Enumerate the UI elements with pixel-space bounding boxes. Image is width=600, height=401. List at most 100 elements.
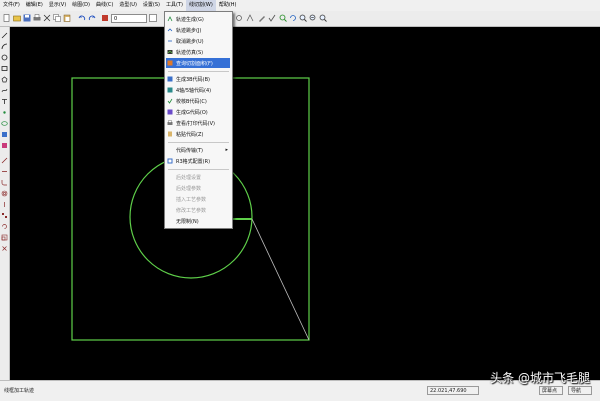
menu-item-code-transfer[interactable]: 代码传输(T) ▸ xyxy=(166,145,230,155)
color-select-icon[interactable] xyxy=(149,14,157,22)
tangent-line[interactable] xyxy=(251,218,310,341)
menu-item-label: 轨迹生成(G) xyxy=(176,16,204,23)
menu-item-icon-placeholder xyxy=(167,207,173,213)
menu-item-generate-g[interactable]: 生成G代码(O) xyxy=(166,107,230,117)
trim-tool-icon[interactable] xyxy=(1,157,8,164)
generate-3b-icon xyxy=(167,76,173,82)
menu-item-r3-config[interactable]: R3格式配置(R) xyxy=(166,156,230,166)
hatch-tool-icon[interactable] xyxy=(1,142,8,149)
rectangle-tool-icon[interactable] xyxy=(1,65,8,72)
menu-item-icon-placeholder xyxy=(167,174,173,180)
new-file-icon[interactable] xyxy=(3,14,11,22)
generate-g-icon xyxy=(167,109,173,115)
extend-tool-icon[interactable] xyxy=(1,168,8,175)
menu-item-code-4axis[interactable]: 4轴/5轴代码(4) xyxy=(166,85,230,95)
menu-shape[interactable]: 造型(U) xyxy=(116,0,140,11)
menu-file[interactable]: 文件(F) xyxy=(0,0,23,11)
menu-item-check-b-code[interactable]: 校核B代码(C) xyxy=(166,96,230,106)
status-message: 线框加工轨迹 xyxy=(4,388,35,394)
paste-icon[interactable] xyxy=(63,14,71,22)
circle-tool-icon[interactable] xyxy=(1,54,8,61)
menu-item-query-area[interactable]: 查询切割面积(F) xyxy=(166,58,230,68)
redo-icon[interactable] xyxy=(88,14,96,22)
menu-item-label: 粘贴代码(Z) xyxy=(176,131,204,138)
spline-tool-icon[interactable] xyxy=(1,87,8,94)
zoom-in-icon[interactable] xyxy=(299,14,307,22)
layer-select[interactable]: 0 xyxy=(111,14,147,23)
menu-curve[interactable]: 曲线(C) xyxy=(93,0,116,11)
zoom-window-icon[interactable] xyxy=(279,14,287,22)
code-4axis-icon xyxy=(167,87,173,93)
menu-edit[interactable]: 编辑(E) xyxy=(23,0,46,11)
menu-item-postprocess-params: 后处理参数 xyxy=(166,183,230,193)
menu-wirecut[interactable]: 线切割(W) xyxy=(185,0,216,11)
redraw-icon[interactable] xyxy=(235,14,243,22)
menu-item-icon-placeholder xyxy=(167,218,173,224)
drawing-canvas[interactable] xyxy=(10,27,600,380)
array-tool-icon[interactable] xyxy=(1,212,8,219)
menu-item-modify-process-params: 修改工艺参数 xyxy=(166,205,230,215)
menu-item-trajectory-simulate[interactable]: 轨迹仿真(S) xyxy=(166,47,230,57)
zoom-out-icon[interactable] xyxy=(309,14,317,22)
copy-icon[interactable] xyxy=(53,14,61,22)
check-b-code-icon xyxy=(167,98,173,104)
trajectory-simulate-icon xyxy=(167,50,173,54)
menu-item-icon-placeholder xyxy=(167,196,173,202)
line-tool-icon[interactable] xyxy=(1,32,8,39)
menu-item-cancel-skip[interactable]: 取消跳步(U) xyxy=(166,36,230,46)
print-icon[interactable] xyxy=(33,14,41,22)
delete-tool-icon[interactable] xyxy=(1,245,8,252)
fillet-tool-icon[interactable] xyxy=(1,179,8,186)
mirror-tool-icon[interactable] xyxy=(1,201,8,208)
save-icon[interactable] xyxy=(23,14,31,22)
menu-item-label: 插入工艺参数 xyxy=(176,196,207,203)
menu-item-label: 查看/打印代码(V) xyxy=(176,120,216,127)
scale-tool-icon[interactable] xyxy=(1,234,8,241)
menu-item-label: 轨迹跳步(J) xyxy=(176,27,202,34)
menu-item-label: 后处理参数 xyxy=(176,185,202,192)
open-folder-icon[interactable] xyxy=(13,14,21,22)
paste-code-icon xyxy=(168,131,172,137)
cut-icon[interactable] xyxy=(43,14,51,22)
undo-icon[interactable] xyxy=(78,14,86,22)
polygon-tool-icon[interactable] xyxy=(1,76,8,83)
menu-draw[interactable]: 绘图(D) xyxy=(69,0,93,11)
menu-item-label: 查询切割面积(F) xyxy=(176,60,213,67)
menu-item-icon-placeholder xyxy=(167,185,173,191)
trajectory-generate-icon xyxy=(167,16,173,22)
check-icon[interactable] xyxy=(268,14,276,22)
arc-tool-icon[interactable] xyxy=(1,43,8,50)
offset-tool-icon[interactable] xyxy=(1,190,8,197)
layer-icon[interactable] xyxy=(101,14,109,22)
dimension-tool-icon[interactable] xyxy=(1,131,8,138)
text-tool-icon[interactable] xyxy=(1,98,8,105)
zoom-fit-icon[interactable] xyxy=(319,14,327,22)
menu-item-label: 校核B代码(C) xyxy=(176,98,207,105)
menu-item-paste-code[interactable]: 粘贴代码(Z) xyxy=(166,129,230,139)
menu-view[interactable]: 显示(V) xyxy=(46,0,69,11)
ellipse-tool-icon[interactable] xyxy=(1,120,8,127)
watermark: 头条 @城市飞毛腿 xyxy=(490,371,590,385)
menu-item-unlimited[interactable]: 无限制(N) xyxy=(166,216,230,226)
pan-icon[interactable] xyxy=(246,14,254,22)
point-tool-icon[interactable] xyxy=(1,109,8,116)
menu-item-trajectory-skip[interactable]: 轨迹跳步(J) xyxy=(166,25,230,35)
menu-item-generate-3b[interactable]: 生成3B代码(B) xyxy=(166,74,230,84)
trajectory-skip-icon xyxy=(167,28,173,32)
menu-item-view-print-code[interactable]: 查看/打印代码(V) xyxy=(166,118,230,128)
query-area-icon xyxy=(167,60,173,66)
menu-item-trajectory-generate[interactable]: 轨迹生成(G) xyxy=(166,14,230,24)
menu-item-label: 代码传输(T) xyxy=(176,147,203,154)
rotate-tool-icon[interactable] xyxy=(1,223,8,230)
left-toolbar xyxy=(0,27,10,380)
geometry-layer xyxy=(71,77,310,341)
menu-tools[interactable]: 工具(T) xyxy=(163,0,186,11)
point-mode-indicator[interactable]: 屏幕点 xyxy=(539,386,563,395)
pen-icon[interactable] xyxy=(258,14,266,22)
navigation-state[interactable]: 导航 xyxy=(568,386,592,395)
menu-item-insert-process-params: 插入工艺参数 xyxy=(166,194,230,204)
rotate-view-icon[interactable] xyxy=(289,14,297,22)
menu-help[interactable]: 帮助(H) xyxy=(216,0,240,11)
menu-settings[interactable]: 设置(S) xyxy=(140,0,163,11)
menu-item-label: 4轴/5轴代码(4) xyxy=(176,87,212,94)
